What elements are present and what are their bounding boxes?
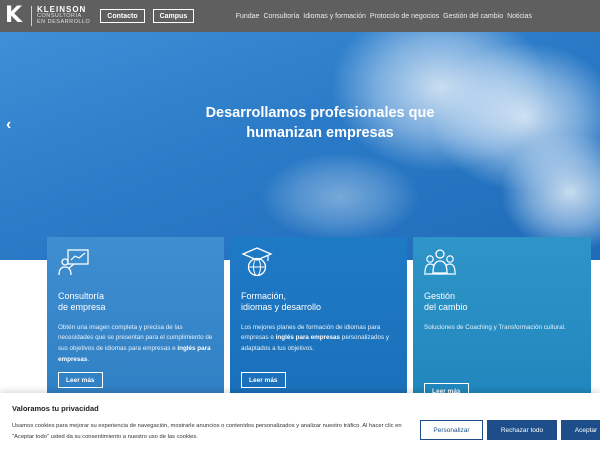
nav-fundae[interactable]: Fundae	[236, 13, 260, 20]
nav-protocolo-negocios[interactable]: Protocolo de negocios	[370, 13, 439, 20]
reject-all-button[interactable]: Rechazar todo	[487, 420, 557, 440]
logo[interactable]: K KLEINSON CONSULTORIA EN DESARROLLO	[5, 5, 90, 27]
team-people-icon	[424, 249, 456, 275]
campus-button[interactable]: Campus	[152, 9, 195, 23]
nav-gestion-cambio[interactable]: Gestión del cambio	[443, 13, 503, 20]
contact-button[interactable]: Contacto	[100, 9, 145, 23]
card-desc-bold: inglés para empresas	[275, 334, 341, 342]
hero-title: Desarrollamos profesionales que humaniza…	[0, 104, 600, 143]
logo-text: KLEINSON CONSULTORIA EN DESARROLLO	[31, 5, 91, 26]
cookie-title: Valoramos tu privacidad	[12, 404, 99, 413]
read-more-button[interactable]: Leer más	[58, 372, 103, 388]
hero-title-line1: Desarrollamos profesionales que	[205, 105, 435, 121]
card-description: Soluciones de Coaching y Transformación …	[424, 323, 580, 334]
card-title-line1: Formación,	[241, 291, 287, 301]
card-title-line2: idiomas y desarrollo	[241, 302, 322, 313]
card-desc-end: .	[87, 355, 90, 363]
service-card-gestion-cambio: Gestión del cambio Soluciones de Coachin…	[413, 237, 591, 407]
card-title-line1: Gestión	[424, 291, 456, 301]
presentation-board-icon	[58, 249, 89, 276]
hero-title-line2: humanizan empresas	[246, 124, 394, 141]
hero-banner: ‹ Desarrollamos profesionales que humani…	[0, 32, 600, 260]
cookie-banner: Valoramos tu privacidad Usamos cookies p…	[0, 393, 600, 450]
card-title: Consultoría de empresa	[58, 291, 213, 314]
card-title-line1: Consultoría	[58, 291, 105, 301]
card-title: Gestión del cambio	[424, 291, 580, 314]
cloud-shape	[260, 152, 420, 242]
site-header: K KLEINSON CONSULTORIA EN DESARROLLO Con…	[0, 0, 600, 32]
cookie-text: Usamos cookies para mejorar su experienc…	[12, 423, 402, 441]
main-nav: Fundae Consultoría Idiomas y formación P…	[236, 0, 532, 32]
logo-mark: K	[5, 3, 23, 28]
card-description: Obtén una imagen completa y precisa de l…	[58, 323, 213, 366]
card-title-line2: del cambio	[424, 302, 468, 313]
graduation-globe-icon	[241, 247, 273, 277]
accept-all-button[interactable]: Aceptar	[561, 420, 600, 440]
card-desc-text: Soluciones de Coaching y Transformación …	[424, 323, 566, 331]
service-card-formacion: Formación, idiomas y desarrollo Los mejo…	[230, 237, 407, 407]
customize-cookies-button[interactable]: Personalizar	[420, 420, 483, 440]
nav-noticias[interactable]: Noticias	[507, 13, 532, 20]
card-title-line2: de empresa	[58, 302, 106, 313]
card-description: Los mejores planes de formación de idiom…	[241, 323, 396, 355]
logo-sub-line2: EN DESARROLLO	[37, 19, 91, 26]
read-more-button[interactable]: Leer más	[241, 372, 286, 388]
card-title: Formación, idiomas y desarrollo	[241, 291, 396, 314]
nav-consultoria[interactable]: Consultoría	[263, 13, 299, 20]
nav-idiomas-formacion[interactable]: Idiomas y formación	[303, 13, 366, 20]
service-card-consultoria: Consultoría de empresa Obtén una imagen …	[47, 237, 224, 407]
